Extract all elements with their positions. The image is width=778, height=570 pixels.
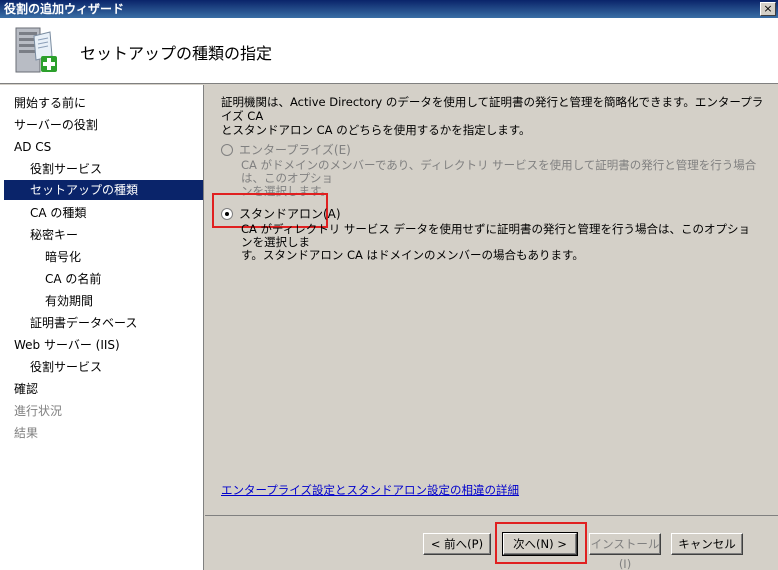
server-add-icon: [15, 27, 57, 73]
nav-item-validity-period[interactable]: 有効期間: [45, 291, 204, 311]
nav-item-ad-cs[interactable]: AD CS: [14, 137, 204, 157]
standalone-option[interactable]: スタンドアロン(A): [221, 206, 341, 222]
nav-item-role-services[interactable]: 役割サービス: [30, 159, 204, 179]
intro-line-2: とスタンドアロン CA のどちらを使用するかを指定します。: [221, 123, 531, 137]
intro-line-1: 証明機関は、Active Directory のデータを使用して証明書の発行と管…: [221, 95, 764, 123]
standalone-label[interactable]: スタンドアロン(A): [239, 206, 341, 222]
nav-item-confirmation[interactable]: 確認: [14, 379, 204, 399]
wizard-nav: 開始する前に サーバーの役割 AD CS 役割サービス セットアップの種類 CA…: [0, 85, 204, 570]
standalone-desc-line-1: CA がディレクトリ サービス データを使用せずに証明書の発行と管理を行う場合は…: [241, 222, 751, 249]
nav-item-server-roles[interactable]: サーバーの役割: [14, 115, 204, 135]
nav-item-certificate-database[interactable]: 証明書データベース: [30, 313, 204, 333]
window-title: 役割の追加ウィザード: [4, 2, 125, 16]
wizard-header: セットアップの種類の指定: [0, 18, 778, 84]
nav-item-progress: 進行状況: [14, 404, 63, 418]
main-content: 証明機関は、Active Directory のデータを使用して証明書の発行と管…: [205, 85, 778, 515]
nav-item-cryptography[interactable]: 暗号化: [45, 247, 204, 267]
next-highlight-box: [495, 522, 587, 564]
nav-item-ca-name[interactable]: CA の名前: [45, 269, 204, 289]
nav-item-private-key[interactable]: 秘密キー: [30, 225, 204, 245]
enterprise-desc-line-1: CA がドメインのメンバーであり、ディレクトリ サービスを使用して証明書の発行と…: [241, 158, 757, 185]
page-title: セットアップの種類の指定: [80, 44, 273, 63]
intro-description: 証明機関は、Active Directory のデータを使用して証明書の発行と管…: [221, 95, 766, 137]
back-button[interactable]: < 前へ(P): [423, 533, 491, 555]
nav-item-before-you-begin[interactable]: 開始する前に: [14, 93, 204, 113]
nav-item-results: 結果: [14, 426, 39, 440]
standalone-radio[interactable]: [221, 208, 233, 220]
wizard-footer: < 前へ(P) 次へ(N) > インストール(I) キャンセル: [205, 515, 778, 570]
nav-item-ca-type[interactable]: CA の種類: [30, 203, 204, 223]
install-button: インストール(I): [589, 533, 661, 570]
title-bar: 役割の追加ウィザード ×: [0, 0, 778, 18]
standalone-description: CA がディレクトリ サービス データを使用せずに証明書の発行と管理を行う場合は…: [241, 223, 761, 262]
enterprise-option: エンタープライズ(E): [221, 142, 351, 158]
nav-item-web-server-iis[interactable]: Web サーバー (IIS): [14, 335, 204, 355]
nav-item-setup-type[interactable]: セットアップの種類: [4, 180, 203, 200]
enterprise-radio: [221, 144, 233, 156]
enterprise-label: エンタープライズ(E): [239, 143, 351, 157]
cancel-button[interactable]: キャンセル: [671, 533, 743, 555]
standalone-desc-line-2: す。スタンドアロン CA はドメインのメンバーの場合もあります。: [241, 248, 584, 262]
enterprise-vs-standalone-link[interactable]: エンタープライズ設定とスタンドアロン設定の相違の詳細: [221, 482, 519, 498]
nav-item-iis-role-services[interactable]: 役割サービス: [30, 357, 204, 377]
close-button[interactable]: ×: [760, 2, 776, 16]
